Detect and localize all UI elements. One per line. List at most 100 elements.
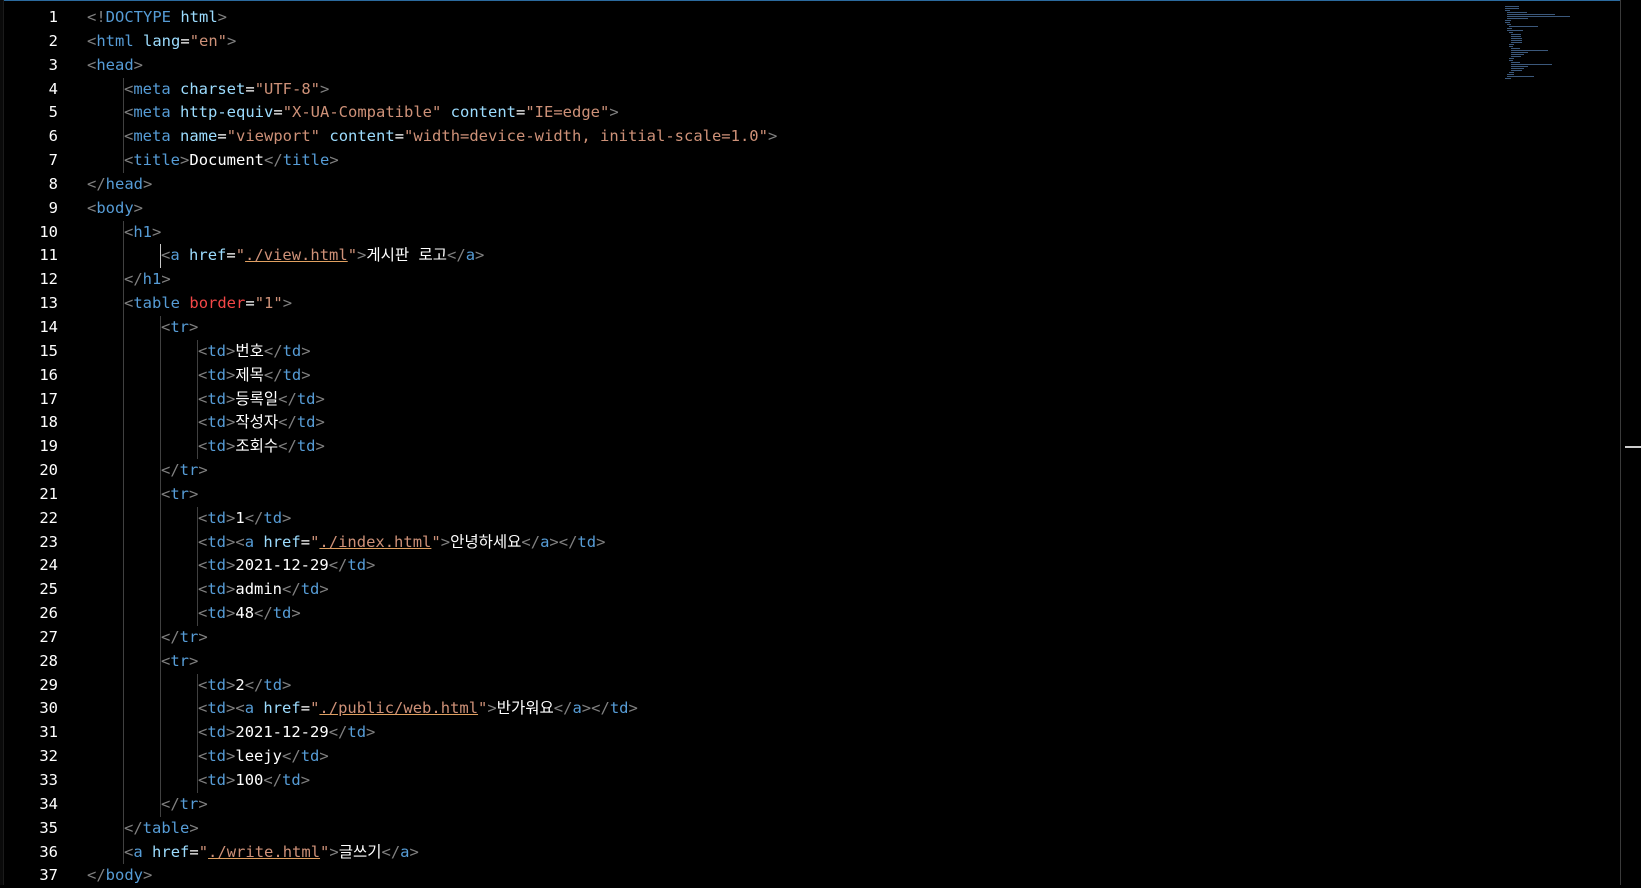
code-token: >	[189, 651, 199, 670]
code-line[interactable]: 30 <td><a href="./public/web.html">반가워요</…	[0, 697, 1620, 722]
code-token: 1	[235, 508, 245, 527]
code-token: </	[87, 866, 106, 885]
code-line[interactable]: 7 <title>Document</title>	[0, 149, 1620, 173]
minimap[interactable]	[1505, 6, 1620, 86]
minimap-line	[1511, 64, 1552, 65]
code-token: <	[198, 771, 208, 789]
code-token: </	[381, 842, 401, 861]
code-token: >	[440, 532, 451, 551]
code-token: td	[300, 747, 320, 766]
indent-guide	[160, 697, 161, 722]
code-editor[interactable]: 1 <!DOCTYPE html> 2 <html lang="en"> 3 <head>…	[0, 6, 1620, 885]
code-token: </	[282, 747, 301, 766]
line-number: 12	[39, 270, 58, 289]
code-text: <td>48</td>	[198, 602, 301, 626]
code-token: >	[226, 604, 236, 623]
code-line[interactable]: 9 <body>	[0, 197, 1620, 221]
code-line[interactable]: 16 <td>제목</td>	[0, 363, 1620, 388]
code-token: >	[189, 818, 199, 837]
scrollbar-cursor-marker	[1625, 446, 1641, 448]
code-token: =	[300, 532, 311, 551]
code-line[interactable]: 27 </tr>	[0, 625, 1620, 650]
code-line[interactable]: 37 </body>	[0, 864, 1620, 888]
code-line[interactable]: 12 </h1>	[0, 268, 1620, 293]
minimap-line	[1509, 46, 1513, 47]
indent-guide	[160, 578, 161, 603]
code-line[interactable]: 5 <meta http-equiv="X-UA-Compatible" cont…	[0, 101, 1620, 126]
code-line[interactable]: 31 <td>2021-12-29</td>	[0, 721, 1620, 746]
indent-guide	[160, 363, 161, 388]
code-token: a	[170, 246, 180, 265]
code-line[interactable]: 29 <td>2</td>	[0, 673, 1620, 698]
code-token: </	[553, 699, 573, 718]
code-token: "	[310, 699, 320, 718]
code-line[interactable]: 17 <td>등록일</td>	[0, 387, 1620, 412]
code-token: <	[87, 31, 97, 50]
code-line[interactable]: 10 <h1>	[0, 220, 1620, 245]
code-text: </tr>	[161, 626, 208, 650]
minimap-line	[1509, 26, 1538, 27]
code-token: <	[198, 413, 208, 432]
code-line[interactable]: 1 <!DOCTYPE html>	[0, 6, 1620, 30]
code-text: <a href="./view.html">게시판 로고</a>	[161, 244, 484, 268]
code-line[interactable]: 14 <tr>	[0, 315, 1620, 340]
line-number: 5	[48, 103, 58, 122]
code-token: 조회수	[235, 437, 279, 456]
code-token: title	[133, 151, 181, 170]
indent-guide	[160, 721, 161, 746]
code-token: </	[244, 508, 264, 527]
code-line[interactable]: 33 <td>100</td>	[0, 769, 1620, 793]
code-token: td	[207, 365, 227, 384]
code-text: <td><a href="./index.html">안녕하세요</a></td…	[198, 531, 605, 555]
code-line[interactable]: 26 <td>48</td>	[0, 602, 1620, 626]
code-token: title	[282, 151, 330, 170]
code-token: >	[475, 246, 485, 265]
code-line[interactable]: 11 <a href="./view.html">게시판 로고</a>	[0, 244, 1620, 269]
code-token: >	[487, 699, 497, 718]
code-token: <	[198, 699, 208, 718]
indent-guide	[123, 697, 124, 722]
code-text: <meta http-equiv="X-UA-Compatible" conte…	[124, 101, 619, 125]
code-line[interactable]: 2 <html lang="en">	[0, 30, 1620, 54]
code-line[interactable]: 19 <td>조회수</td>	[0, 435, 1620, 460]
code-token: "	[198, 842, 209, 861]
code-line[interactable]: 13 <table border="1">	[0, 292, 1620, 316]
code-token: "1"	[254, 294, 283, 313]
code-line[interactable]: 8 </head>	[0, 173, 1620, 197]
code-line[interactable]: 28 <tr>	[0, 649, 1620, 674]
line-number: 23	[39, 532, 58, 551]
code-line[interactable]: 3 <head>	[0, 54, 1620, 78]
code-line[interactable]: 23 <td><a href="./index.html">안녕하세요</a></…	[0, 530, 1620, 555]
code-token: >	[315, 437, 325, 456]
vertical-scrollbar[interactable]	[1621, 0, 1641, 885]
code-line[interactable]: 4 <meta charset="UTF-8">	[0, 77, 1620, 102]
code-token: <	[87, 55, 97, 74]
line-number: 10	[39, 222, 58, 241]
code-line[interactable]: 32 <td>leejy</td>	[0, 745, 1620, 769]
code-token: a	[572, 699, 582, 718]
code-line[interactable]: 34 </tr>	[0, 792, 1620, 817]
minimap-line	[1511, 66, 1529, 67]
code-line[interactable]: 21 <tr>	[0, 482, 1620, 507]
minimap-line	[1511, 36, 1521, 37]
line-number: 14	[39, 317, 58, 336]
code-line[interactable]: 15 <td>번호</td>	[0, 339, 1620, 364]
code-token: >	[226, 389, 236, 408]
code-line[interactable]: 36 <a href="./write.html">글쓰기</a>	[0, 840, 1620, 865]
code-line[interactable]: 24 <td>2021-12-29</td>	[0, 554, 1620, 579]
code-line[interactable]: 22 <td>1</td>	[0, 506, 1620, 531]
code-token: <	[198, 437, 208, 456]
code-token: >	[226, 771, 236, 789]
minimap-line	[1511, 48, 1520, 49]
code-line[interactable]: 20 </tr>	[0, 459, 1620, 483]
code-token: Document	[189, 151, 265, 170]
code-line[interactable]: 6 <meta name="viewport" content="width=de…	[0, 125, 1620, 150]
code-line[interactable]: 35 </table>	[0, 816, 1620, 841]
code-text: <td>2021-12-29</td>	[198, 554, 375, 578]
line-number: 17	[39, 389, 58, 408]
code-line[interactable]: 25 <td>admin</td>	[0, 578, 1620, 603]
code-line[interactable]: 18 <td>작성자</td>	[0, 411, 1620, 436]
indent-guide	[123, 387, 124, 412]
